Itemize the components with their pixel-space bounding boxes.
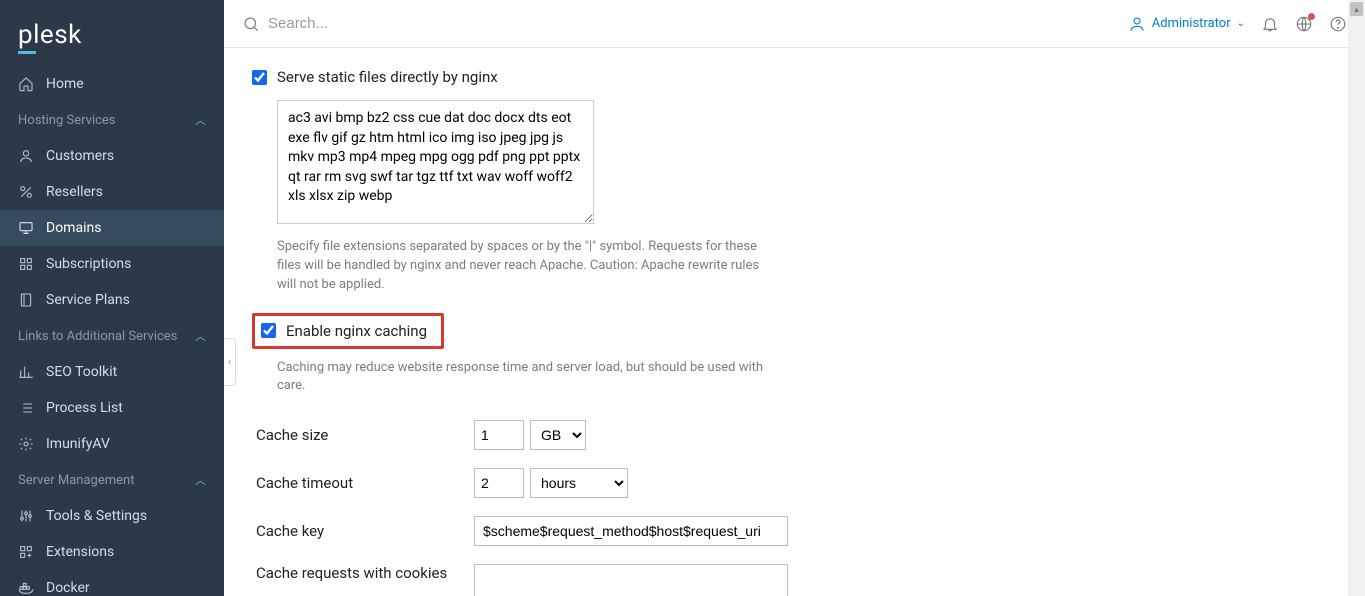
cache-cookies-textarea[interactable] [474,564,788,596]
sidebar-item-label: Extensions [46,544,114,560]
search-icon [242,15,260,33]
cache-timeout-label: Cache timeout [256,474,474,492]
chevron-up-icon: ︿ [195,472,206,488]
sidebar-item-label: Domains [46,220,101,236]
user-menu[interactable]: Administrator ⌄ [1128,15,1245,33]
user-label: Administrator [1152,16,1231,31]
globe-icon[interactable] [1295,15,1313,33]
serve-static-label[interactable]: Serve static files directly by nginx [277,68,498,86]
page-scrollbar[interactable]: ▴ [1348,0,1365,596]
sidebar-item-service-plans[interactable]: Service Plans [0,282,224,318]
cache-key-input[interactable] [474,516,788,546]
enable-cache-label[interactable]: Enable nginx caching [286,322,427,340]
sidebar-item-process-list[interactable]: Process List [0,390,224,426]
chevron-up-icon: ︿ [195,112,206,128]
bell-icon[interactable] [1261,15,1279,33]
cache-cookies-row: Cache requests with cookies [256,564,1152,596]
cache-hint: Caching may reduce website response time… [277,359,777,397]
sidebar-item-label: Subscriptions [46,256,131,272]
topbar-right: Administrator ⌄ [1128,15,1347,33]
sidebar: plesk Home Hosting Services ︿ Customers … [0,0,224,596]
serve-static-row: Serve static files directly by nginx [252,68,1152,86]
cache-key-row: Cache key [256,516,1152,546]
search-wrap [242,15,1114,33]
cache-size-unit-select[interactable]: GB [530,420,586,450]
sidebar-item-label: Service Plans [46,292,130,308]
sidebar-item-label: SEO Toolkit [46,364,117,380]
chart-icon [18,364,34,380]
enable-cache-checkbox[interactable] [261,323,276,338]
home-icon [18,76,34,92]
sidebar-section-label: Hosting Services [18,113,116,128]
enable-cache-highlight: Enable nginx caching [252,313,444,349]
cache-cookies-label: Cache requests with cookies [256,564,474,582]
sidebar-item-label: ImunifyAV [46,436,110,452]
help-icon[interactable] [1329,15,1347,33]
chevron-down-icon: ⌄ [1237,18,1245,29]
brand-text: plesk [18,20,82,50]
cache-timeout-unit-select[interactable]: hours [530,468,628,498]
sidebar-section-label: Server Management [18,473,134,488]
sidebar-section-links[interactable]: Links to Additional Services ︿ [0,318,224,354]
static-hint: Specify file extensions separated by spa… [277,238,777,295]
sidebar-item-home[interactable]: Home [0,66,224,102]
serve-static-checkbox[interactable] [252,70,267,85]
sidebar-section-server[interactable]: Server Management ︿ [0,462,224,498]
topbar: Administrator ⌄ [224,0,1365,48]
user-icon [18,148,34,164]
sidebar-section-label: Links to Additional Services [18,329,177,344]
notification-dot [1308,13,1315,20]
scroll-up-button[interactable]: ▴ [1350,2,1363,16]
sidebar-collapse-handle[interactable]: ‹ [224,338,236,386]
sidebar-item-label: Docker [46,580,90,596]
chevron-up-icon: ︿ [195,328,206,344]
sidebar-item-customers[interactable]: Customers [0,138,224,174]
sidebar-item-domains[interactable]: Domains [0,210,224,246]
static-extensions-textarea[interactable]: ac3 avi bmp bz2 css cue dat doc docx dts… [277,100,594,224]
docker-icon [18,580,34,596]
cache-timeout-row: Cache timeout hours [256,468,1152,498]
sidebar-item-imunifyav[interactable]: ImunifyAV [0,426,224,462]
cache-size-row: Cache size GB [256,420,1152,450]
sidebar-item-subscriptions[interactable]: Subscriptions [0,246,224,282]
sidebar-item-extensions[interactable]: Extensions [0,534,224,570]
main-area: Administrator ⌄ ‹ Serve static files dir… [224,0,1365,596]
brand-logo: plesk [0,0,224,66]
sidebar-item-label: Tools & Settings [46,508,147,524]
grid-icon [18,256,34,272]
content-scroll[interactable]: ‹ Serve static files directly by nginx a… [224,48,1365,596]
user-icon [1128,15,1146,33]
monitor-icon [18,220,34,236]
cache-size-input[interactable] [474,420,524,450]
book-icon [18,292,34,308]
percent-icon [18,184,34,200]
list-icon [18,400,34,416]
sidebar-item-label: Customers [46,148,114,164]
sidebar-item-tools-settings[interactable]: Tools & Settings [0,498,224,534]
sliders-icon [18,508,34,524]
shield-gear-icon [18,436,34,452]
sidebar-item-resellers[interactable]: Resellers [0,174,224,210]
sidebar-item-docker[interactable]: Docker [0,570,224,596]
search-input[interactable] [268,15,1114,32]
grid-add-icon [18,544,34,560]
sidebar-item-label: Home [46,76,84,92]
sidebar-item-seo-toolkit[interactable]: SEO Toolkit [0,354,224,390]
sidebar-section-hosting[interactable]: Hosting Services ︿ [0,102,224,138]
sidebar-item-label: Resellers [46,184,103,200]
cache-key-label: Cache key [256,522,474,540]
cache-timeout-input[interactable] [474,468,524,498]
cache-size-label: Cache size [256,426,474,444]
sidebar-item-label: Process List [46,400,123,416]
